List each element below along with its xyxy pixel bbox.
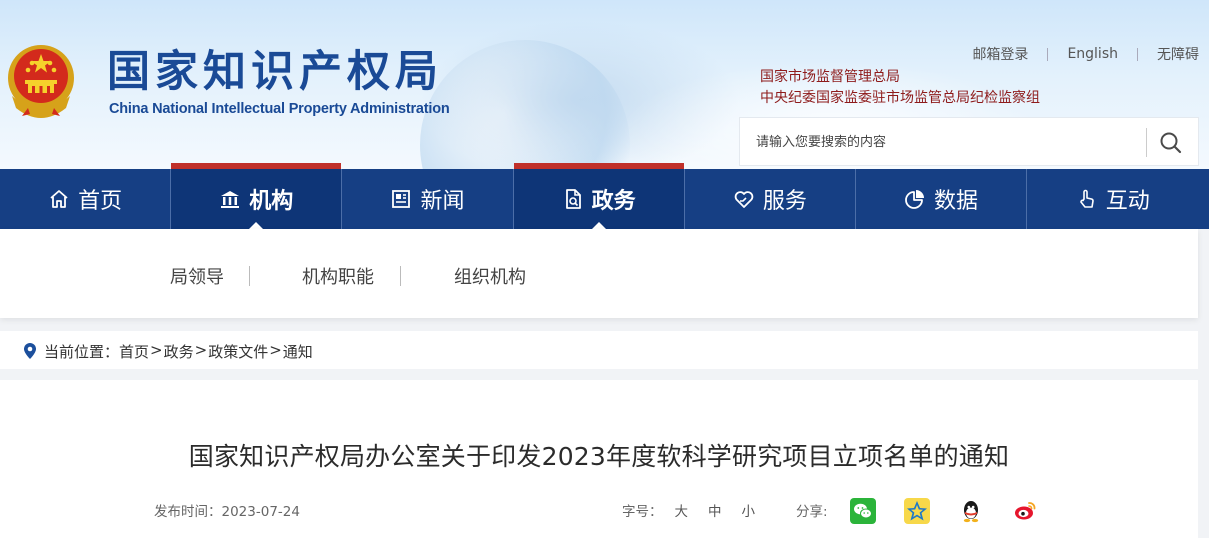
nav-item-label: 新闻 <box>420 189 465 214</box>
samr-link[interactable]: 国家市场监督管理总局 <box>760 67 1040 88</box>
article: 国家知识产权局办公室关于印发2023年度软科学研究项目立项名单的通知 发布时间：… <box>0 380 1198 538</box>
breadcrumb-home[interactable]: 首页 <box>119 341 149 362</box>
font-size-large[interactable]: 大 <box>675 500 689 520</box>
weibo-icon[interactable] <box>1012 498 1038 524</box>
nav-item-label: 首页 <box>78 189 123 214</box>
breadcrumb-separator: > <box>150 341 163 359</box>
breadcrumb: 当前位置： 首页 > 政务 > 政策文件 > 通知 <box>0 331 1198 369</box>
nav-item-label: 政务 <box>591 189 636 214</box>
wechat-icon[interactable] <box>850 498 876 524</box>
search-box <box>739 117 1199 166</box>
subnav-item-organization[interactable]: 组织机构 <box>454 263 526 289</box>
nav-item-service[interactable]: 服务 <box>685 169 856 229</box>
font-size-controls: 字号： 大 中 小 <box>622 500 755 520</box>
site-subtitle: China National Intellectual Property Adm… <box>109 101 450 117</box>
nav-item-home[interactable]: 首页 <box>0 169 172 229</box>
hand-pointer-icon <box>1076 188 1098 210</box>
breadcrumb-prefix: 当前位置： <box>44 343 120 361</box>
national-emblem-icon[interactable] <box>6 42 76 118</box>
top-links: 邮箱登录 English 无障碍 <box>972 44 1199 64</box>
divider <box>1146 128 1147 157</box>
main-nav: 首页 机构 新闻 政务 服务 数据 互动 <box>0 163 1209 229</box>
discipline-link[interactable]: 中央纪委国家监委驻市场监管总局纪检监察组 <box>760 88 1040 109</box>
share-label: 分享: <box>796 504 828 520</box>
divider <box>1047 47 1049 61</box>
divider <box>1137 47 1138 61</box>
qzone-icon[interactable] <box>904 498 930 524</box>
nav-item-label: 服务 <box>762 189 807 214</box>
institution-icon <box>219 188 241 210</box>
breadcrumb-policy-documents[interactable]: 政策文件 <box>208 341 268 362</box>
nav-item-label: 机构 <box>249 189 294 214</box>
publish-date: 发布时间：2023-07-24 <box>154 504 300 520</box>
article-title: 国家知识产权局办公室关于印发2023年度软科学研究项目立项名单的通知 <box>188 442 1010 471</box>
font-size-small[interactable]: 小 <box>742 500 756 520</box>
nav-item-interaction[interactable]: 互动 <box>1027 169 1198 229</box>
search-input[interactable] <box>756 130 1136 154</box>
sub-nav: 局领导 机构职能 组织机构 <box>0 229 1198 318</box>
breadcrumb-trail: 当前位置： 首页 > 政务 > 政策文件 > 通知 <box>44 341 313 362</box>
nav-item-label: 互动 <box>1105 189 1150 214</box>
breadcrumb-separator: > <box>194 341 208 359</box>
nav-item-data[interactable]: 数据 <box>856 169 1028 229</box>
nav-item-label: 数据 <box>934 189 979 214</box>
nav-item-institution[interactable]: 机构 <box>171 163 343 229</box>
font-size-label: 字号： <box>622 504 663 520</box>
news-icon <box>390 188 412 210</box>
mail-login-link[interactable]: 邮箱登录 <box>972 44 1028 64</box>
location-pin-icon <box>24 343 36 359</box>
subnav-item-functions[interactable]: 机构职能 <box>302 263 374 289</box>
breadcrumb-separator: > <box>269 341 282 359</box>
accessibility-link[interactable]: 无障碍 <box>1157 44 1199 64</box>
nav-item-news[interactable]: 新闻 <box>342 169 514 229</box>
breadcrumb-government-affairs[interactable]: 政务 <box>164 341 194 362</box>
divider <box>400 266 401 286</box>
english-link[interactable]: English <box>1067 46 1118 62</box>
document-icon <box>562 188 584 210</box>
breadcrumb-notice[interactable]: 通知 <box>283 341 313 362</box>
subnav-item-leadership[interactable]: 局领导 <box>170 263 224 289</box>
divider <box>249 266 250 286</box>
heart-hand-icon <box>733 188 755 210</box>
related-links: 国家市场监督管理总局 中央纪委国家监委驻市场监管总局纪检监察组 <box>760 67 1040 109</box>
search-icon[interactable] <box>1158 130 1184 156</box>
nav-item-government-affairs[interactable]: 政务 <box>513 163 685 229</box>
home-icon <box>48 188 70 210</box>
font-size-medium[interactable]: 中 <box>708 500 722 520</box>
site-title[interactable]: 国家知识产权局 <box>107 47 443 97</box>
qq-icon[interactable] <box>958 498 984 524</box>
pie-chart-icon <box>904 188 926 210</box>
site-header: 国家知识产权局 China National Intellectual Prop… <box>0 0 1209 169</box>
